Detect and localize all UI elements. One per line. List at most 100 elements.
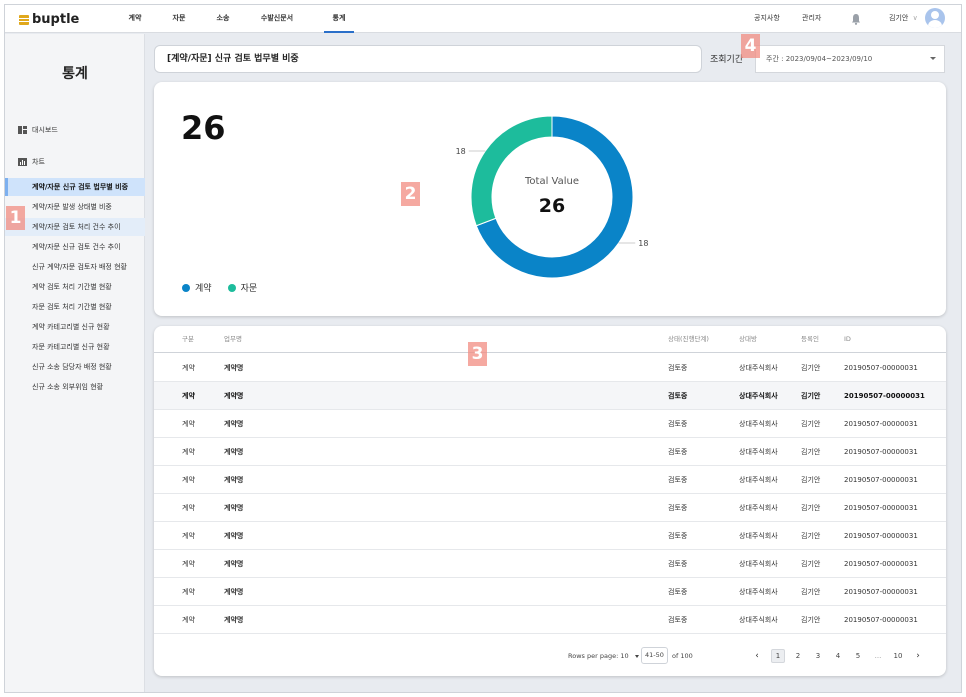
- sidebar-title: 통계: [62, 66, 88, 82]
- legend-dot-icon: [182, 283, 190, 292]
- sidebar-item-status-ratio[interactable]: 계약/자문 발생 상태별 비중: [5, 198, 145, 216]
- cell-type: 계약: [182, 504, 195, 512]
- avatar[interactable]: [925, 8, 945, 28]
- logo-text: buptle: [32, 12, 80, 27]
- cell-registrant: 김기안: [801, 420, 821, 428]
- cell-counterparty: 상대주식회사: [739, 504, 778, 512]
- sidebar-item-litigation-assignee[interactable]: 신규 소송 담당자 배정 현황: [5, 358, 145, 376]
- cell-counterparty: 상대주식회사: [739, 588, 778, 596]
- cell-status: 검토중: [668, 616, 688, 624]
- nav-statistics[interactable]: 통계: [324, 5, 354, 33]
- sidebar-item-processing-trend[interactable]: 계약/자문 검토 처리 건수 추이: [5, 218, 145, 236]
- user-name[interactable]: 김기안 ∨: [889, 5, 918, 33]
- annotation-marker-2: 2: [401, 182, 420, 206]
- cell-type: 계약: [182, 392, 195, 400]
- sidebar-section-label: 대시보드: [32, 126, 58, 134]
- cell-counterparty: 상대주식회사: [739, 364, 778, 372]
- donut-center-label: Total Value: [524, 176, 579, 187]
- cell-counterparty: 상대주식회사: [739, 420, 778, 428]
- nav-litigation[interactable]: 소송: [208, 5, 238, 33]
- page-button-10[interactable]: 10: [891, 649, 905, 663]
- cell-counterparty: 상대주식회사: [739, 392, 778, 400]
- table-row[interactable]: 계약 계약명 검토중 상대주식회사 김기안 20190507-00000031: [154, 382, 946, 410]
- sidebar-item-legal-type-ratio[interactable]: 계약/자문 신규 검토 법무별 비중: [5, 178, 145, 196]
- column-header-registrant[interactable]: 등록인: [801, 326, 819, 353]
- page-button-4[interactable]: 4: [831, 649, 845, 663]
- cell-registrant: 김기안: [801, 560, 821, 568]
- annotation-marker-3: 3: [468, 342, 487, 366]
- bell-icon[interactable]: [851, 13, 861, 25]
- cell-type: 계약: [182, 560, 195, 568]
- cell-task: 계약명: [224, 448, 244, 456]
- page-button-2[interactable]: 2: [791, 649, 805, 663]
- cell-registrant: 김기안: [801, 504, 821, 512]
- table-row[interactable]: 계약 계약명 검토중 상대주식회사 김기안 20190507-00000031: [154, 438, 946, 466]
- cell-counterparty: 상대주식회사: [739, 532, 778, 540]
- nav-advice[interactable]: 자문: [164, 5, 194, 33]
- top-navigation-bar: buptle 계약 자문 소송 수발신문서 통계 공지사항 관리자 김기안 ∨: [5, 5, 961, 33]
- column-header-id[interactable]: ID: [844, 326, 851, 353]
- sidebar: 통계 대시보드 차트 계약/자문 신규 검토 법무별 비중 계약/자문 발생 상…: [5, 34, 145, 692]
- column-header-type[interactable]: 구분: [182, 326, 194, 353]
- table-row[interactable]: 계약 계약명 검토중 상대주식회사 김기안 20190507-00000031: [154, 522, 946, 550]
- table-row[interactable]: 계약 계약명 검토중 상대주식회사 김기안 20190507-00000031: [154, 494, 946, 522]
- cell-counterparty: 상대주식회사: [739, 448, 778, 456]
- sidebar-section-dashboard[interactable]: 대시보드: [18, 125, 58, 135]
- cell-id: 20190507-00000031: [844, 476, 918, 484]
- nav-contract[interactable]: 계약: [120, 5, 150, 33]
- cell-task: 계약명: [224, 560, 244, 568]
- period-select[interactable]: 주간 : 2023/09/04~2023/09/10: [755, 45, 945, 73]
- cell-type: 계약: [182, 588, 195, 596]
- cell-task: 계약명: [224, 476, 244, 484]
- sidebar-item-litigation-outsourcing[interactable]: 신규 소송 외부위임 현황: [5, 378, 145, 396]
- cell-counterparty: 상대주식회사: [739, 616, 778, 624]
- cell-registrant: 김기안: [801, 532, 821, 540]
- user-name-label: 김기안: [889, 14, 909, 22]
- prev-page-button[interactable]: ‹: [750, 649, 764, 663]
- legend-item-advice[interactable]: 자문: [227, 281, 257, 294]
- column-header-task[interactable]: 업무명: [224, 326, 242, 353]
- cell-counterparty: 상대주식회사: [739, 560, 778, 568]
- rows-per-page-select[interactable]: Rows per page: 10: [568, 652, 639, 660]
- page-range-box: 41-50: [641, 647, 668, 664]
- sidebar-item-advice-category[interactable]: 자문 카테고리별 신규 현황: [5, 338, 145, 356]
- next-page-button[interactable]: ›: [911, 649, 925, 663]
- nav-documents[interactable]: 수발신문서: [252, 5, 302, 33]
- chevron-down-icon: [634, 654, 639, 658]
- page-button-5[interactable]: 5: [851, 649, 865, 663]
- period-select-value: 주간 : 2023/09/04~2023/09/10: [766, 55, 873, 63]
- sidebar-item-reviewer-assignment[interactable]: 신규 계약/자문 검토자 배정 현황: [5, 258, 145, 276]
- cell-id: 20190507-00000031: [844, 420, 918, 428]
- table-row[interactable]: 계약 계약명 검토중 상대주식회사 김기안 20190507-00000031: [154, 550, 946, 578]
- data-table-card: 구분 업무명 상태(진행단계) 상대방 등록인 ID 계약 계약명 검토중 상대주식회…: [154, 326, 946, 676]
- sidebar-section-chart[interactable]: 차트: [18, 157, 45, 167]
- table-row[interactable]: 계약 계약명 검토중 상대주식회사 김기안 20190507-00000031: [154, 466, 946, 494]
- sidebar-item-new-count-trend[interactable]: 계약/자문 신규 검토 건수 추이: [5, 238, 145, 256]
- app-logo[interactable]: buptle: [19, 12, 79, 27]
- table-header: 구분 업무명 상태(진행단계) 상대방 등록인 ID: [154, 326, 946, 353]
- sidebar-item-contract-period[interactable]: 계약 검토 처리 기간별 현황: [5, 278, 145, 296]
- page-ellipsis: ...: [874, 652, 882, 660]
- cell-type: 계약: [182, 476, 195, 484]
- cell-id: 20190507-00000031: [844, 448, 918, 456]
- sidebar-item-contract-category[interactable]: 계약 카테고리별 신규 현황: [5, 318, 145, 336]
- legend-item-contract[interactable]: 계약: [182, 281, 212, 294]
- donut-chart: 18 18 Total Value 26: [456, 115, 648, 279]
- chevron-down-icon: [930, 57, 936, 60]
- pagination: Rows per page: 10 41-50 of 100 ‹ 1 2 3 4…: [154, 637, 946, 676]
- page-button-3[interactable]: 3: [811, 649, 825, 663]
- table-row[interactable]: 계약 계약명 검토중 상대주식회사 김기안 20190507-00000031: [154, 606, 946, 634]
- page-button-1[interactable]: 1: [771, 649, 785, 663]
- column-header-counterparty[interactable]: 상대방: [739, 326, 757, 353]
- column-header-status[interactable]: 상태(진행단계): [668, 326, 709, 353]
- table-row[interactable]: 계약 계약명 검토중 상대주식회사 김기안 20190507-00000031: [154, 354, 946, 382]
- cell-status: 검토중: [668, 532, 688, 540]
- sidebar-item-advice-period[interactable]: 자문 검토 처리 기간별 현황: [5, 298, 145, 316]
- cell-task: 계약명: [224, 504, 244, 512]
- notice-link[interactable]: 공지사항: [754, 5, 780, 33]
- cell-task: 계약명: [224, 616, 244, 624]
- admin-link[interactable]: 관리자: [802, 5, 821, 33]
- table-row[interactable]: 계약 계약명 검토중 상대주식회사 김기안 20190507-00000031: [154, 578, 946, 606]
- chart-legend: 계약 자문: [182, 281, 257, 294]
- table-row[interactable]: 계약 계약명 검토중 상대주식회사 김기안 20190507-00000031: [154, 410, 946, 438]
